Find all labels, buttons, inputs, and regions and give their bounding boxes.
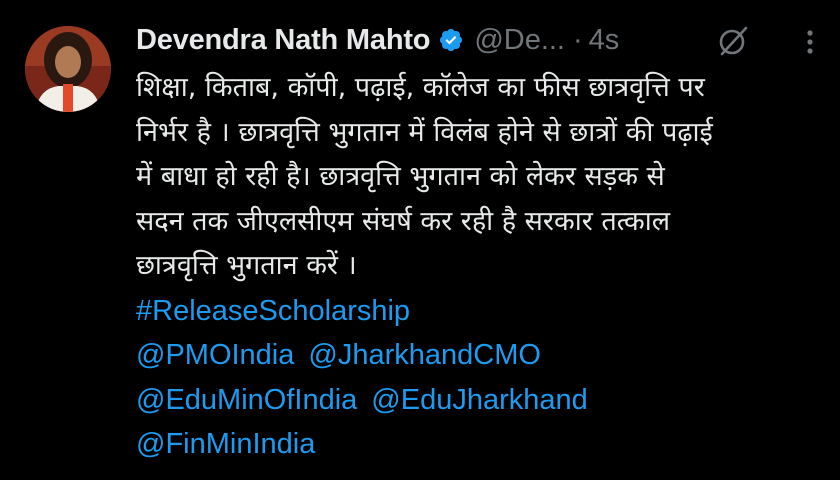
tweet-text-line: छात्रवृत्ति भुगतान करें ।	[136, 250, 357, 281]
avatar[interactable]	[25, 26, 111, 112]
mentions-line: @FinMinIndia	[136, 422, 826, 467]
hashtag-link[interactable]: #ReleaseScholarship	[136, 295, 410, 327]
author-handle[interactable]: @De...	[474, 24, 565, 57]
mentions-line: @EduMinOfIndia @EduJharkhand	[136, 378, 826, 423]
separator-dot: ·	[573, 23, 583, 56]
grok-icon[interactable]	[716, 24, 750, 58]
mention-link[interactable]: @EduJharkhand	[371, 384, 587, 416]
author-name[interactable]: Devendra Nath Mahto	[136, 24, 431, 57]
tweet-text-line: शिक्षा, किताब, कॉपी, पढ़ाई, कॉलेज का फीस…	[136, 72, 705, 103]
avatar-image	[25, 26, 111, 112]
mention-link[interactable]: @PMOIndia	[136, 339, 294, 371]
verified-badge-icon	[438, 27, 464, 53]
hashtag-line: #ReleaseScholarship	[136, 289, 826, 334]
tweet-text-line: में बाधा हो रही है। छात्रवृत्ति भुगतान क…	[136, 161, 665, 192]
tweet-body: शिक्षा, किताब, कॉपी, पढ़ाई, कॉलेज का फीस…	[136, 66, 826, 467]
tweet-header: Devendra Nath Mahto @De... · 4s	[136, 22, 619, 58]
mention-link[interactable]: @FinMinIndia	[136, 428, 315, 460]
tweet-text-line: निर्भर है । छात्रवृत्ति भुगतान में विलंब…	[136, 116, 713, 148]
tweet-card[interactable]: Devendra Nath Mahto @De... · 4s शिक्षा, …	[0, 0, 840, 480]
timestamp[interactable]: 4s	[589, 24, 620, 57]
tweet-text-line: सदन तक जीएलसीएम संघर्ष कर रही है सरकार त…	[136, 205, 671, 237]
more-options-icon[interactable]	[798, 24, 822, 58]
mention-link[interactable]: @EduMinOfIndia	[136, 384, 357, 416]
mention-link[interactable]: @JharkhandCMO	[308, 339, 541, 371]
mentions-line: @PMOIndia @JharkhandCMO	[136, 333, 826, 378]
